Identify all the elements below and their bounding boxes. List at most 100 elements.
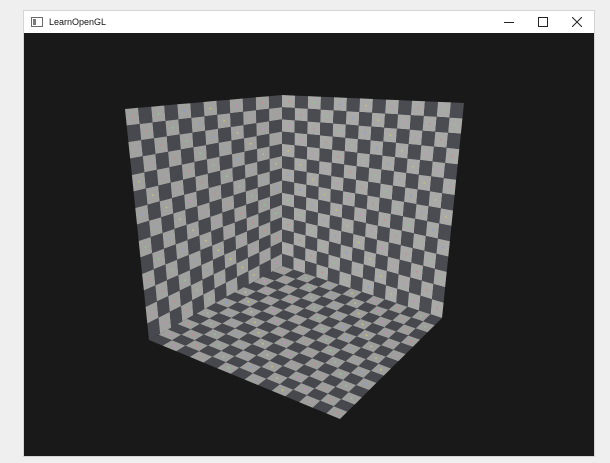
tile-dot xyxy=(420,315,422,317)
close-button[interactable] xyxy=(560,11,594,33)
window-controls xyxy=(492,11,594,33)
tile-dot xyxy=(254,378,257,381)
tile-dot xyxy=(263,280,266,283)
checker-tile xyxy=(294,95,308,109)
checker-tile xyxy=(427,206,441,224)
tile-dot xyxy=(394,354,397,357)
tile-dot xyxy=(451,155,454,157)
checker-tile xyxy=(387,242,401,260)
window-title: LearnOpenGL xyxy=(49,17,107,27)
tile-dot xyxy=(334,235,337,238)
checker-tile xyxy=(282,107,295,121)
tile-dot xyxy=(418,241,421,244)
maximize-button[interactable] xyxy=(526,11,560,33)
tile-dot xyxy=(426,152,428,155)
minimize-icon xyxy=(504,22,514,23)
tile-dot xyxy=(374,174,376,177)
tile-dot xyxy=(227,367,230,369)
tile-dot xyxy=(265,289,268,292)
tile-dot xyxy=(275,237,278,240)
checker-tile xyxy=(331,162,345,178)
tile-dot xyxy=(169,333,171,336)
tile-dot xyxy=(183,279,186,282)
tile-dot xyxy=(360,371,362,373)
tile-dot xyxy=(420,211,423,214)
tile-dot xyxy=(350,347,352,350)
tile-dot xyxy=(313,363,316,365)
tile-dot xyxy=(442,246,444,249)
tile-dot xyxy=(237,158,240,161)
tile-dot xyxy=(217,249,220,252)
tile-dot xyxy=(174,157,176,160)
tile-dot xyxy=(402,282,405,284)
tile-dot xyxy=(357,241,360,244)
checker-tile xyxy=(242,97,257,112)
tile-dot xyxy=(398,178,401,181)
tile-dot xyxy=(325,141,327,144)
tile-dot xyxy=(200,356,203,358)
tile-dot xyxy=(261,102,264,104)
tile-dot xyxy=(201,181,204,184)
checker-tile xyxy=(190,102,205,118)
tile-dot xyxy=(208,297,211,300)
checker-tile xyxy=(152,120,167,139)
tile-dot xyxy=(440,138,442,141)
checker-tile xyxy=(282,180,295,196)
checker-tile xyxy=(243,123,257,139)
checker-tile xyxy=(282,131,295,146)
checker-tile xyxy=(344,151,358,167)
tile-dot xyxy=(385,331,388,334)
tile-dot xyxy=(274,113,277,116)
tile-dot xyxy=(437,168,440,171)
close-icon xyxy=(572,17,582,27)
tile-dot xyxy=(374,299,376,302)
tile-dot xyxy=(299,189,302,191)
tile-dot xyxy=(372,202,375,205)
tile-dot xyxy=(158,258,160,260)
tile-dot xyxy=(191,333,194,336)
tile-dot xyxy=(176,187,179,190)
tile-dot xyxy=(214,192,217,195)
checker-tile xyxy=(141,138,156,157)
tile-dot xyxy=(162,175,165,178)
tile-dot xyxy=(322,219,325,222)
tile-dot xyxy=(345,251,348,254)
tile-dot xyxy=(287,100,290,103)
tile-dot xyxy=(228,311,231,314)
title-bar[interactable]: LearnOpenGL xyxy=(24,11,594,33)
tile-dot xyxy=(328,284,330,287)
tile-dot xyxy=(381,247,384,250)
tile-dot xyxy=(244,355,247,357)
checker-tile xyxy=(306,184,319,200)
tile-dot xyxy=(186,309,189,312)
tile-dot xyxy=(297,376,300,378)
tile-dot xyxy=(229,258,232,261)
tile-dot xyxy=(307,286,310,289)
tile-dot xyxy=(345,385,347,387)
tile-dot xyxy=(445,216,447,219)
checker-tile xyxy=(434,253,449,272)
checker-tile xyxy=(378,197,392,214)
tile-dot xyxy=(379,275,382,278)
tile-dot xyxy=(141,213,144,216)
minimize-button[interactable] xyxy=(492,11,526,33)
tile-dot xyxy=(365,334,368,337)
tile-dot xyxy=(262,153,265,155)
gl-viewport[interactable] xyxy=(24,33,594,456)
tile-dot xyxy=(412,165,415,168)
checker-tile xyxy=(158,182,172,202)
tile-dot xyxy=(227,203,229,205)
tile-dot xyxy=(361,323,364,326)
checkerboard-room-scene xyxy=(125,95,464,419)
tile-dot xyxy=(244,291,247,293)
tile-dot xyxy=(423,182,426,184)
checker-tile xyxy=(206,142,220,160)
tile-dot xyxy=(287,353,290,355)
tile-dot xyxy=(165,206,168,209)
tile-dot xyxy=(370,345,373,348)
checker-tile xyxy=(307,108,321,123)
tile-dot xyxy=(313,101,316,104)
tile-dot xyxy=(211,136,213,138)
tile-dot xyxy=(240,239,243,242)
tile-dot xyxy=(264,255,266,257)
